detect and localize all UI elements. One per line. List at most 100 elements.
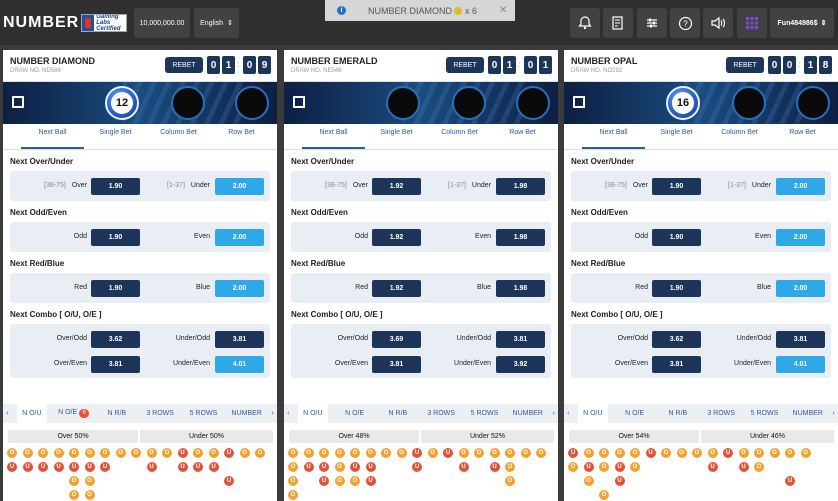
bead-road-under: U: [193, 462, 203, 472]
bottom-tab-2[interactable]: N R/B: [656, 410, 699, 417]
odds-button-over-odd[interactable]: 3.62: [91, 331, 140, 348]
bottom-tab-4[interactable]: 5 ROWS: [743, 410, 786, 417]
bottom-tab-1[interactable]: N O/E: [613, 410, 656, 417]
odds-button-under[interactable]: 2.00: [776, 178, 825, 195]
bottom-tab-0[interactable]: N O/U: [297, 404, 328, 423]
odds-button-under[interactable]: 1.98: [496, 178, 545, 195]
odds-button-red[interactable]: 1.90: [91, 280, 140, 297]
tab-row-bet[interactable]: Row Bet: [771, 124, 834, 149]
bet-type-tabs: Next Ball Single Bet Column Bet Row Bet: [564, 124, 838, 150]
bottom-tab-3[interactable]: 3 ROWS: [700, 410, 743, 417]
chevron-right-icon[interactable]: ›: [829, 410, 838, 417]
odds-button-under-odd[interactable]: 3.81: [776, 331, 825, 348]
bottom-tab-5[interactable]: NUMBER: [786, 410, 829, 417]
tab-next-ball[interactable]: Next Ball: [21, 124, 84, 149]
odds-button-over[interactable]: 1.90: [652, 178, 701, 195]
bead-road-under: U: [707, 462, 718, 472]
bead-road-over: O: [162, 448, 172, 458]
odds-button-under[interactable]: 2.00: [215, 178, 264, 195]
bottom-tab-0[interactable]: N O/U: [16, 404, 47, 423]
timer-digit: 0: [524, 56, 537, 74]
rebet-button[interactable]: REBET: [446, 57, 484, 73]
bead-road-under: U: [785, 476, 795, 486]
bottom-tab-0[interactable]: N O/U: [577, 404, 608, 423]
tab-single-bet[interactable]: Single Bet: [365, 124, 428, 149]
bead-road-over: O: [288, 462, 298, 472]
settings-sliders-icon[interactable]: [637, 8, 667, 38]
grid-icon[interactable]: [737, 8, 767, 38]
odds-button-under-odd[interactable]: 3.81: [496, 331, 545, 348]
odds-button-odd[interactable]: 1.92: [372, 229, 421, 246]
odds-button-over-even[interactable]: 3.81: [652, 356, 701, 373]
bottom-tab-1[interactable]: N O/E: [333, 410, 376, 417]
odds-button-blue[interactable]: 2.00: [215, 280, 264, 297]
odds-button-red[interactable]: 1.90: [652, 280, 701, 297]
volume-icon[interactable]: [703, 8, 733, 38]
odds-button-over-odd[interactable]: 3.62: [652, 331, 701, 348]
user-account-button[interactable]: Fun484986$ ⇕: [770, 8, 834, 38]
bottom-tab-4[interactable]: 5 ROWS: [463, 410, 506, 417]
tab-column-bet[interactable]: Column Bet: [708, 124, 771, 149]
odds-button-under-even[interactable]: 3.92: [496, 356, 545, 373]
odds-button-under-odd[interactable]: 3.81: [215, 331, 264, 348]
chevron-left-icon[interactable]: ‹: [564, 410, 573, 417]
draw-number: DRAW NO. NO292: [571, 68, 623, 74]
chevron-right-icon[interactable]: ›: [549, 410, 558, 417]
panel-header: NUMBER DIAMOND DRAW NO. ND566 REBET 0109…: [3, 50, 277, 82]
tab-next-ball[interactable]: Next Ball: [582, 124, 645, 149]
odds-button-under-even[interactable]: 4.01: [215, 356, 264, 373]
fullscreen-icon[interactable]: [12, 96, 24, 108]
under-label: [1-37] Under: [728, 182, 771, 189]
chevron-left-icon[interactable]: ‹: [284, 410, 293, 417]
fullscreen-icon[interactable]: [573, 96, 585, 108]
bead-road-over: O: [614, 448, 625, 458]
tab-single-bet[interactable]: Single Bet: [645, 124, 708, 149]
bottom-tab-1[interactable]: N O/E 6: [52, 409, 95, 418]
tab-single-bet[interactable]: Single Bet: [84, 124, 147, 149]
bell-icon[interactable]: [570, 8, 600, 38]
bottom-tab-3[interactable]: 3 ROWS: [420, 410, 463, 417]
odds-button-blue[interactable]: 1.98: [496, 280, 545, 297]
odds-button-odd[interactable]: 1.90: [652, 229, 701, 246]
chevron-right-icon[interactable]: ›: [268, 410, 277, 417]
bottom-tab-4[interactable]: 5 ROWS: [182, 410, 225, 417]
odds-button-over-even[interactable]: 3.81: [372, 356, 421, 373]
bead-road-over: O: [692, 448, 702, 458]
tab-next-ball[interactable]: Next Ball: [302, 124, 365, 149]
bead-road-under: U: [100, 462, 110, 472]
language-select[interactable]: English ⇕: [194, 8, 239, 38]
odds-button-under-even[interactable]: 4.01: [776, 356, 825, 373]
rebet-button[interactable]: REBET: [165, 57, 203, 73]
tab-column-bet[interactable]: Column Bet: [428, 124, 491, 149]
over-under-box: [38-75] Over 1.90 [1-37] Under 2.00: [571, 171, 831, 201]
odds-button-even[interactable]: 2.00: [215, 229, 264, 246]
odds-button-blue[interactable]: 2.00: [776, 280, 825, 297]
odds-button-over[interactable]: 1.92: [372, 178, 421, 195]
bottom-tab-5[interactable]: NUMBER: [506, 410, 549, 417]
odds-button-over-odd[interactable]: 3.69: [372, 331, 421, 348]
rebet-button[interactable]: REBET: [726, 57, 764, 73]
tab-column-bet[interactable]: Column Bet: [147, 124, 210, 149]
bottom-tab-label: 3 ROWS: [427, 410, 455, 417]
chevron-left-icon[interactable]: ‹: [3, 410, 12, 417]
section-title: Next Odd/Even: [10, 208, 67, 217]
odds-button-over-even[interactable]: 3.81: [91, 356, 140, 373]
odds-button-even[interactable]: 1.98: [496, 229, 545, 246]
odds-button-even[interactable]: 2.00: [776, 229, 825, 246]
tab-row-bet[interactable]: Row Bet: [491, 124, 554, 149]
help-icon[interactable]: ?: [670, 8, 700, 38]
close-icon[interactable]: ✕: [499, 5, 507, 16]
blue-label: Blue: [756, 284, 771, 291]
bead-road-over: O: [115, 448, 126, 458]
history-tabs: ‹ N O/U N O/E 6 N R/B 3 ROWS 5 ROWS NUMBER ›: [3, 404, 277, 423]
odds-button-odd[interactable]: 1.90: [91, 229, 140, 246]
fullscreen-icon[interactable]: [293, 96, 305, 108]
bottom-tab-3[interactable]: 3 ROWS: [139, 410, 182, 417]
bottom-tab-2[interactable]: N R/B: [95, 410, 138, 417]
odds-button-over[interactable]: 1.90: [91, 178, 140, 195]
odds-button-red[interactable]: 1.92: [372, 280, 421, 297]
tab-row-bet[interactable]: Row Bet: [210, 124, 273, 149]
bottom-tab-2[interactable]: N R/B: [376, 410, 419, 417]
bet-slip-icon[interactable]: [603, 8, 633, 38]
bottom-tab-5[interactable]: NUMBER: [225, 410, 268, 417]
